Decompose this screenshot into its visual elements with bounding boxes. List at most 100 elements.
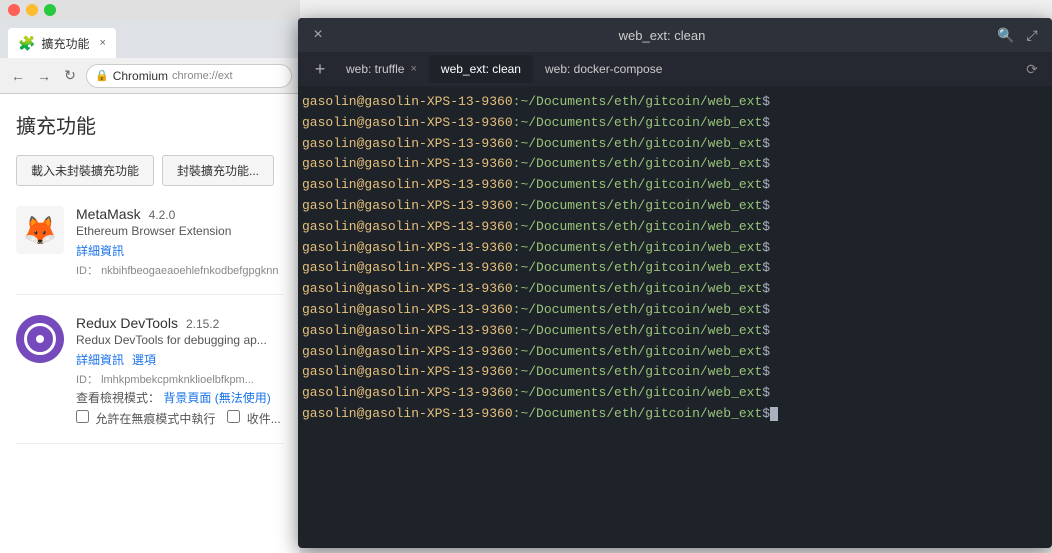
terminal-path: :~/Documents/eth/gitcoin/web_ext [513, 115, 763, 130]
metamask-name: MetaMask [76, 206, 141, 222]
terminal-body[interactable]: gasolin@gasolin-XPS-13-9360:~/Documents/… [298, 86, 1052, 548]
metamask-version: 4.2.0 [149, 208, 176, 222]
terminal-prompt-symbol: $ [762, 344, 770, 359]
terminal-user: gasolin@gasolin-XPS-13-9360 [302, 385, 513, 400]
redux-incognito-checkbox[interactable] [76, 410, 89, 423]
browser-tab-extensions[interactable]: 🧩 擴充功能 × [8, 28, 116, 58]
browser-tabbar: 🧩 擴充功能 × [0, 20, 300, 58]
terminal-line: gasolin@gasolin-XPS-13-9360:~/Documents/… [302, 321, 1048, 342]
metamask-details-link[interactable]: 詳細資訊 [76, 242, 124, 259]
terminal-tabbar: + web: truffle × web_ext: clean web: doc… [298, 52, 1052, 86]
terminal-prompt-symbol: $ [762, 219, 770, 234]
redux-inner-ring [24, 323, 56, 355]
extension-item-redux: Redux DevTools 2.15.2 Redux DevTools for… [16, 315, 284, 444]
redux-debug-link[interactable]: 背景頁面 (無法使用) [163, 391, 270, 405]
terminal-line: gasolin@gasolin-XPS-13-9360:~/Documents/… [302, 258, 1048, 279]
terminal-prompt-symbol: $ [762, 198, 770, 213]
terminal-path: :~/Documents/eth/gitcoin/web_ext [513, 323, 763, 338]
redux-name-row: Redux DevTools 2.15.2 [76, 315, 284, 331]
terminal-user: gasolin@gasolin-XPS-13-9360 [302, 219, 513, 234]
terminal-line: gasolin@gasolin-XPS-13-9360:~/Documents/… [302, 362, 1048, 383]
terminal-path: :~/Documents/eth/gitcoin/web_ext [513, 136, 763, 151]
terminal-path: :~/Documents/eth/gitcoin/web_ext [513, 344, 763, 359]
redux-collect-label[interactable]: 收件... [227, 410, 280, 427]
terminal-title: web_ext: clean [328, 28, 996, 43]
redux-options-link[interactable]: 選項 [132, 351, 156, 368]
redux-debug-row: 查看檢視模式： 背景頁面 (無法使用) [76, 389, 284, 406]
redux-checkbox-row: 允許在無痕模式中執行 收件... [76, 410, 284, 427]
terminal-prompt-symbol: $ [762, 364, 770, 379]
terminal-line: gasolin@gasolin-XPS-13-9360:~/Documents/… [302, 217, 1048, 238]
terminal-path: :~/Documents/eth/gitcoin/web_ext [513, 240, 763, 255]
back-button[interactable]: ← [8, 66, 28, 86]
terminal-tab-history-icon[interactable]: ⟳ [1020, 57, 1044, 81]
browser-toolbar: ← → ↻ 🔒 Chromium chrome://ext [0, 58, 300, 94]
terminal-prompt-symbol: $ [762, 260, 770, 275]
page-title: 擴充功能 [16, 110, 284, 139]
redux-icon [16, 315, 64, 363]
address-hostname: Chromium [113, 69, 168, 83]
terminal-prompt-symbol: $ [762, 406, 770, 421]
traffic-minimize[interactable] [26, 4, 38, 16]
terminal-path: :~/Documents/eth/gitcoin/web_ext [513, 260, 763, 275]
terminal-titlebar: × web_ext: clean 🔍 ⤢ [298, 18, 1052, 52]
terminal-line: gasolin@gasolin-XPS-13-9360:~/Documents/… [302, 154, 1048, 175]
terminal-line: gasolin@gasolin-XPS-13-9360:~/Documents/… [302, 238, 1048, 259]
traffic-close[interactable] [8, 4, 20, 16]
load-unpacked-button[interactable]: 載入未封裝擴充功能 [16, 155, 154, 186]
terminal-line: gasolin@gasolin-XPS-13-9360:~/Documents/… [302, 113, 1048, 134]
terminal-tab-webext-label: web_ext: clean [441, 62, 521, 76]
terminal-line: gasolin@gasolin-XPS-13-9360:~/Documents/… [302, 134, 1048, 155]
terminal-user: gasolin@gasolin-XPS-13-9360 [302, 240, 513, 255]
terminal-close-button[interactable]: × [308, 25, 328, 45]
terminal-tab-docker[interactable]: web: docker-compose [533, 55, 674, 83]
terminal-tab-truffle[interactable]: web: truffle × [334, 55, 429, 83]
address-bar[interactable]: 🔒 Chromium chrome://ext [86, 64, 292, 88]
terminal-line: gasolin@gasolin-XPS-13-9360:~/Documents/… [302, 404, 1048, 425]
terminal-line: gasolin@gasolin-XPS-13-9360:~/Documents/… [302, 383, 1048, 404]
terminal-user: gasolin@gasolin-XPS-13-9360 [302, 198, 513, 213]
terminal-path: :~/Documents/eth/gitcoin/web_ext [513, 198, 763, 213]
address-url: chrome://ext [172, 70, 233, 82]
redux-incognito-label[interactable]: 允許在無痕模式中執行 [76, 410, 215, 427]
secure-icon: 🔒 [95, 69, 109, 82]
terminal-user: gasolin@gasolin-XPS-13-9360 [302, 136, 513, 151]
terminal-path: :~/Documents/eth/gitcoin/web_ext [513, 406, 763, 421]
terminal-new-tab-button[interactable]: + [306, 55, 334, 83]
forward-button[interactable]: → [34, 66, 54, 86]
terminal-line: gasolin@gasolin-XPS-13-9360:~/Documents/… [302, 92, 1048, 113]
tab-close-button[interactable]: × [99, 37, 105, 49]
terminal-prompt-symbol: $ [762, 240, 770, 255]
metamask-icon: 🦊 [16, 206, 64, 254]
metamask-name-row: MetaMask 4.2.0 [76, 206, 284, 222]
terminal-user: gasolin@gasolin-XPS-13-9360 [302, 177, 513, 192]
terminal-search-icon[interactable]: 🔍 [996, 25, 1016, 45]
terminal-user: gasolin@gasolin-XPS-13-9360 [302, 406, 513, 421]
terminal-line: gasolin@gasolin-XPS-13-9360:~/Documents/… [302, 196, 1048, 217]
redux-version: 2.15.2 [186, 317, 219, 331]
redux-details-link[interactable]: 詳細資訊 [76, 351, 124, 368]
browser-window: 🧩 擴充功能 × ← → ↻ 🔒 Chromium chrome://ext 擴… [0, 0, 300, 553]
terminal-line: gasolin@gasolin-XPS-13-9360:~/Documents/… [302, 175, 1048, 196]
extensions-actions: 載入未封裝擴充功能 封裝擴充功能... [16, 155, 284, 186]
terminal-user: gasolin@gasolin-XPS-13-9360 [302, 364, 513, 379]
terminal-expand-icon[interactable]: ⤢ [1022, 25, 1042, 45]
redux-links: 詳細資訊 選項 [76, 351, 284, 368]
terminal-path: :~/Documents/eth/gitcoin/web_ext [513, 177, 763, 192]
terminal-user: gasolin@gasolin-XPS-13-9360 [302, 281, 513, 296]
terminal-prompt-symbol: $ [762, 177, 770, 192]
terminal-tab-webext[interactable]: web_ext: clean [429, 55, 533, 83]
terminal-prompt-symbol: $ [762, 323, 770, 338]
reload-button[interactable]: ↻ [60, 66, 80, 86]
redux-collect-checkbox[interactable] [227, 410, 240, 423]
terminal-prompt-symbol: $ [762, 136, 770, 151]
browser-titlebar [0, 0, 300, 20]
terminal-path: :~/Documents/eth/gitcoin/web_ext [513, 156, 763, 171]
redux-info: Redux DevTools 2.15.2 Redux DevTools for… [76, 315, 284, 427]
extension-item-metamask: 🦊 MetaMask 4.2.0 Ethereum Browser Extens… [16, 206, 284, 295]
terminal-prompt-symbol: $ [762, 115, 770, 130]
pack-extension-button[interactable]: 封裝擴充功能... [162, 155, 274, 186]
terminal-tab-truffle-close[interactable]: × [410, 63, 416, 75]
traffic-maximize[interactable] [44, 4, 56, 16]
redux-desc: Redux DevTools for debugging ap... [76, 333, 284, 347]
